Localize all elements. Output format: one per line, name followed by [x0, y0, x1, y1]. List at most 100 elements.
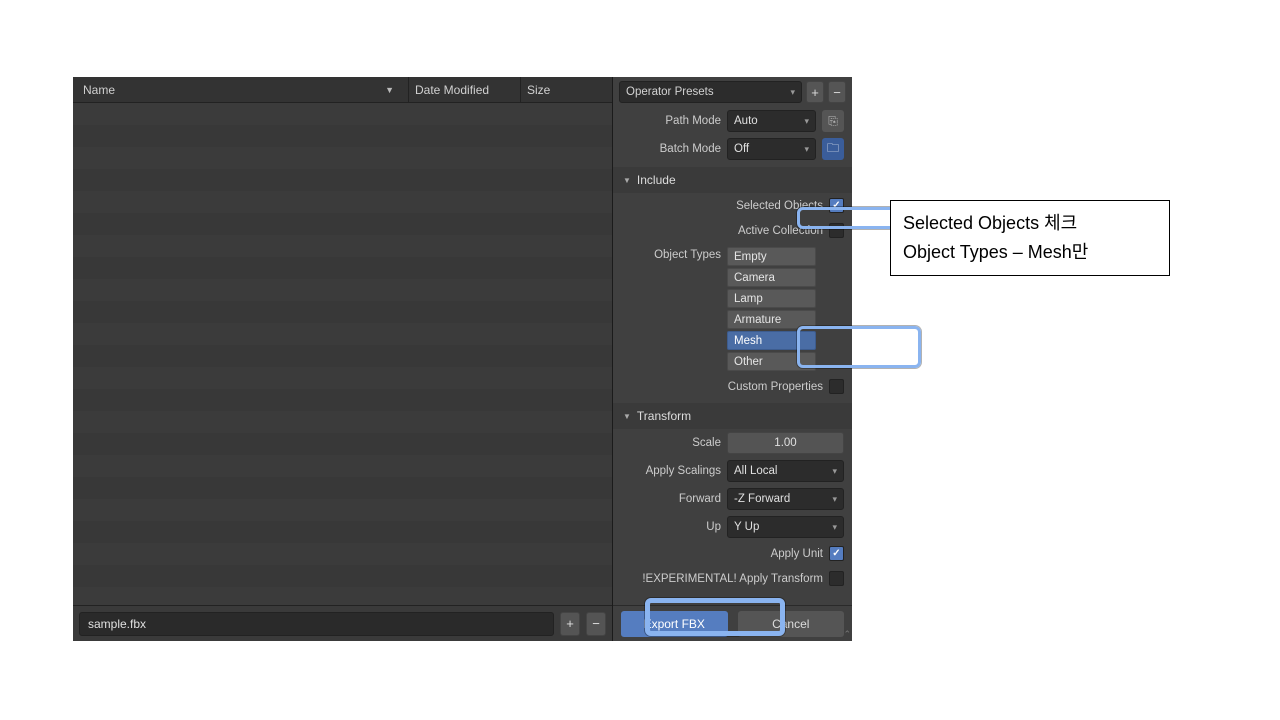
list-item[interactable] — [73, 169, 612, 191]
operator-presets-label: Operator Presets — [626, 86, 714, 98]
list-item[interactable] — [73, 565, 612, 587]
forward-axis-value: -Z Forward — [734, 493, 790, 505]
object-type-label: Camera — [734, 272, 775, 284]
up-axis-select[interactable]: Y Up — [727, 516, 844, 538]
forward-axis-select[interactable]: -Z Forward — [727, 488, 844, 510]
list-item[interactable] — [73, 103, 612, 125]
folder-icon: 🗀 — [827, 139, 839, 160]
decrement-filename-button[interactable]: − — [586, 612, 606, 636]
selected-objects-label: Selected Objects — [736, 200, 823, 212]
list-item[interactable] — [73, 301, 612, 323]
column-header-size-label: Size — [527, 83, 550, 97]
object-type-label: Other — [734, 356, 763, 368]
object-type-mesh[interactable]: Mesh — [727, 331, 816, 350]
object-type-label: Empty — [734, 251, 767, 263]
list-item[interactable] — [73, 191, 612, 213]
path-mode-select[interactable]: Auto — [727, 110, 816, 132]
path-mode-label: Path Mode — [613, 115, 721, 127]
list-item[interactable] — [73, 389, 612, 411]
object-type-label: Mesh — [734, 335, 762, 347]
batch-own-dir-button[interactable]: 🗀 — [822, 138, 844, 160]
cancel-label: Cancel — [772, 617, 809, 631]
object-types-label: Object Types — [613, 247, 721, 261]
file-browser-header: Name ▼ Date Modified Size — [73, 77, 612, 103]
object-type-label: Armature — [734, 314, 781, 326]
list-item[interactable] — [73, 257, 612, 279]
batch-mode-select[interactable]: Off — [727, 138, 816, 160]
apply-unit-label: Apply Unit — [771, 548, 823, 560]
section-include-label: Include — [637, 173, 676, 187]
column-header-date-label: Date Modified — [415, 83, 489, 97]
list-item[interactable] — [73, 323, 612, 345]
embed-textures-button[interactable]: ⎘ — [822, 110, 844, 132]
object-type-label: Lamp — [734, 293, 763, 305]
scale-value: 1.00 — [774, 437, 796, 449]
apply-scalings-value: All Local — [734, 465, 777, 477]
apply-unit-checkbox[interactable] — [829, 546, 844, 561]
list-item[interactable] — [73, 125, 612, 147]
custom-properties-label: Custom Properties — [728, 381, 823, 393]
up-axis-value: Y Up — [734, 521, 759, 533]
list-item[interactable] — [73, 235, 612, 257]
forward-label: Forward — [613, 493, 721, 505]
list-item[interactable] — [73, 499, 612, 521]
export-options-panel: Operator Presets + − Path Mode Auto ⎘ Ba… — [613, 77, 852, 641]
list-item[interactable] — [73, 367, 612, 389]
list-item[interactable] — [73, 411, 612, 433]
list-item[interactable] — [73, 477, 612, 499]
selected-objects-checkbox[interactable] — [829, 198, 844, 213]
apply-scalings-label: Apply Scalings — [613, 465, 721, 477]
link-icon: ⎘ — [828, 114, 838, 129]
object-type-lamp[interactable]: Lamp — [727, 289, 816, 308]
apply-transform-checkbox[interactable] — [829, 571, 844, 586]
column-header-date[interactable]: Date Modified — [408, 77, 520, 102]
active-collection-label: Active Collection — [738, 225, 823, 237]
custom-properties-checkbox[interactable] — [829, 379, 844, 394]
active-collection-checkbox[interactable] — [829, 223, 844, 238]
up-label: Up — [613, 521, 721, 533]
section-transform[interactable]: Transform — [613, 403, 852, 429]
list-item[interactable] — [73, 521, 612, 543]
increment-filename-button[interactable]: + — [560, 612, 580, 636]
object-type-empty[interactable]: Empty — [727, 247, 816, 266]
path-mode-value: Auto — [734, 115, 758, 127]
file-browser: Name ▼ Date Modified Size — [73, 77, 613, 641]
list-item[interactable] — [73, 147, 612, 169]
object-type-camera[interactable]: Camera — [727, 268, 816, 287]
file-list[interactable] — [73, 103, 612, 605]
filename-input[interactable] — [79, 612, 554, 636]
annotation-box: Selected Objects 체크 Object Types – Mesh만 — [890, 200, 1170, 276]
fbx-export-dialog: Name ▼ Date Modified Size — [73, 77, 852, 641]
remove-preset-button[interactable]: − — [828, 81, 846, 103]
object-type-other[interactable]: Other — [727, 352, 816, 371]
list-item[interactable] — [73, 345, 612, 367]
add-preset-button[interactable]: + — [806, 81, 824, 103]
export-actions: Export FBX Cancel ⌃ — [613, 605, 852, 641]
list-item[interactable] — [73, 213, 612, 235]
apply-scalings-select[interactable]: All Local — [727, 460, 844, 482]
file-browser-footer: + − — [73, 605, 612, 641]
object-type-armature[interactable]: Armature — [727, 310, 816, 329]
sort-descending-icon: ▼ — [385, 85, 394, 95]
annotation-line-2: Object Types – Mesh만 — [903, 238, 1157, 267]
column-header-name[interactable]: Name ▼ — [77, 77, 408, 102]
export-fbx-label: Export FBX — [644, 617, 705, 631]
list-item[interactable] — [73, 587, 612, 605]
export-fbx-button[interactable]: Export FBX — [621, 611, 728, 637]
cancel-button[interactable]: Cancel — [738, 611, 845, 637]
apply-transform-label: !EXPERIMENTAL! Apply Transform — [642, 573, 823, 585]
operator-presets-select[interactable]: Operator Presets — [619, 81, 802, 103]
column-header-name-label: Name — [83, 83, 115, 97]
list-item[interactable] — [73, 433, 612, 455]
batch-mode-value: Off — [734, 143, 749, 155]
list-item[interactable] — [73, 543, 612, 565]
annotation-line-1: Selected Objects 체크 — [903, 209, 1157, 238]
scale-input[interactable]: 1.00 — [727, 432, 844, 454]
section-include[interactable]: Include — [613, 167, 852, 193]
section-transform-label: Transform — [637, 409, 691, 423]
scale-label: Scale — [613, 437, 721, 449]
list-item[interactable] — [73, 455, 612, 477]
scroll-hint-icon: ⌃ — [843, 629, 851, 640]
column-header-size[interactable]: Size — [520, 77, 608, 102]
list-item[interactable] — [73, 279, 612, 301]
